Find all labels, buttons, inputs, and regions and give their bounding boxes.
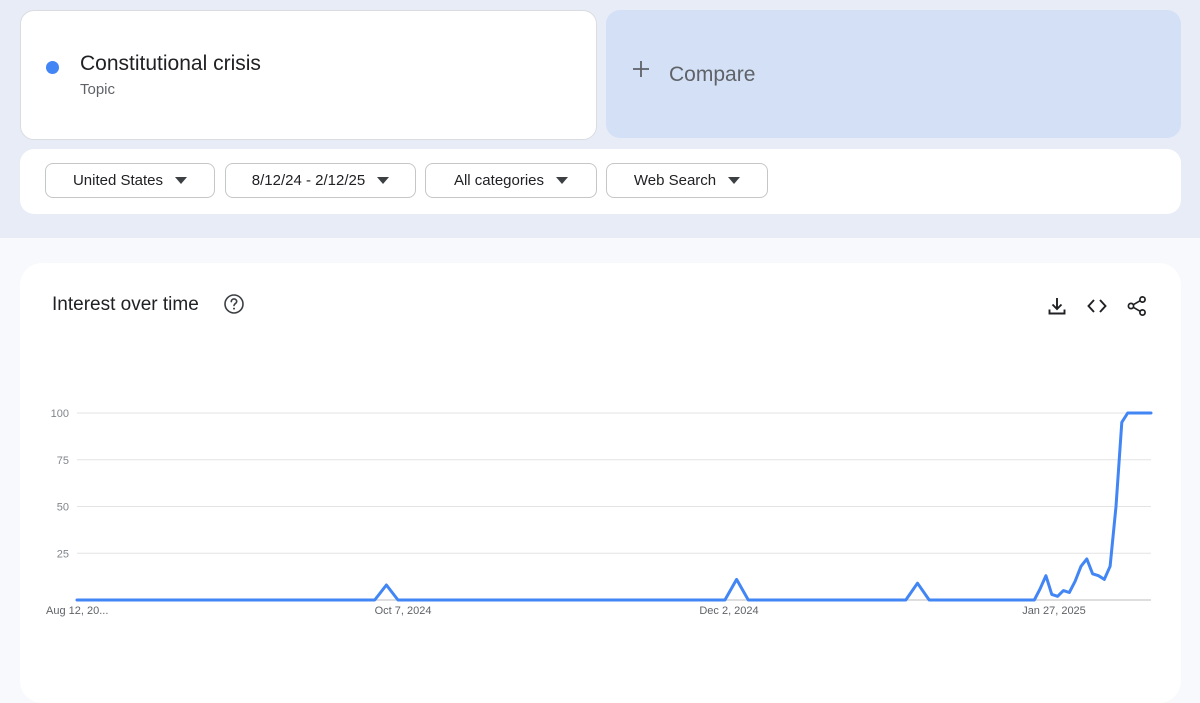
region-filter-label: United States — [72, 172, 164, 189]
y-tick-label: 50 — [57, 502, 69, 514]
term-type: Topic — [80, 81, 116, 98]
filter-bar: United States 8/12/24 - 2/12/25 All cate… — [20, 149, 1181, 214]
x-tick-label: Oct 7, 2024 — [375, 605, 432, 617]
caret-down-icon — [377, 177, 390, 184]
region-filter-dropdown[interactable]: United States — [45, 163, 215, 198]
interest-over-time-card: Interest over time 25 50 75 100 Aug 12, 20..… — [20, 263, 1181, 703]
term-color-dot — [46, 61, 59, 74]
caret-down-icon — [556, 177, 569, 184]
compare-label: Compare — [669, 63, 756, 86]
caret-down-icon — [728, 177, 741, 184]
search-type-label: Web Search — [633, 172, 717, 189]
y-tick-label: 25 — [57, 548, 69, 560]
y-tick-label: 75 — [57, 455, 69, 467]
term-name[interactable]: Constitutional crisis — [80, 52, 261, 76]
search-type-dropdown[interactable]: Web Search — [606, 163, 768, 198]
header-band: Constitutional crisis Topic Compare Unit… — [0, 0, 1200, 238]
compare-button[interactable]: Compare — [606, 10, 1181, 138]
x-tick-label: Jan 27, 2025 — [1022, 605, 1086, 617]
y-tick-label: 100 — [51, 408, 69, 420]
search-term-card[interactable]: Constitutional crisis Topic — [20, 10, 597, 140]
interest-line-chart: 25 50 75 100 Aug 12, 20... Oct 7, 2024 Dec 2, … — [46, 408, 1153, 617]
date-range-dropdown[interactable]: 8/12/24 - 2/12/25 — [225, 163, 416, 198]
x-tick-label: Dec 2, 2024 — [699, 605, 758, 617]
date-range-label: 8/12/24 - 2/12/25 — [251, 172, 366, 189]
category-dropdown[interactable]: All categories — [425, 163, 597, 198]
caret-down-icon — [175, 177, 188, 184]
plus-icon — [633, 61, 649, 77]
category-label: All categories — [453, 172, 545, 189]
x-tick-label: Aug 12, 20... — [46, 605, 108, 617]
